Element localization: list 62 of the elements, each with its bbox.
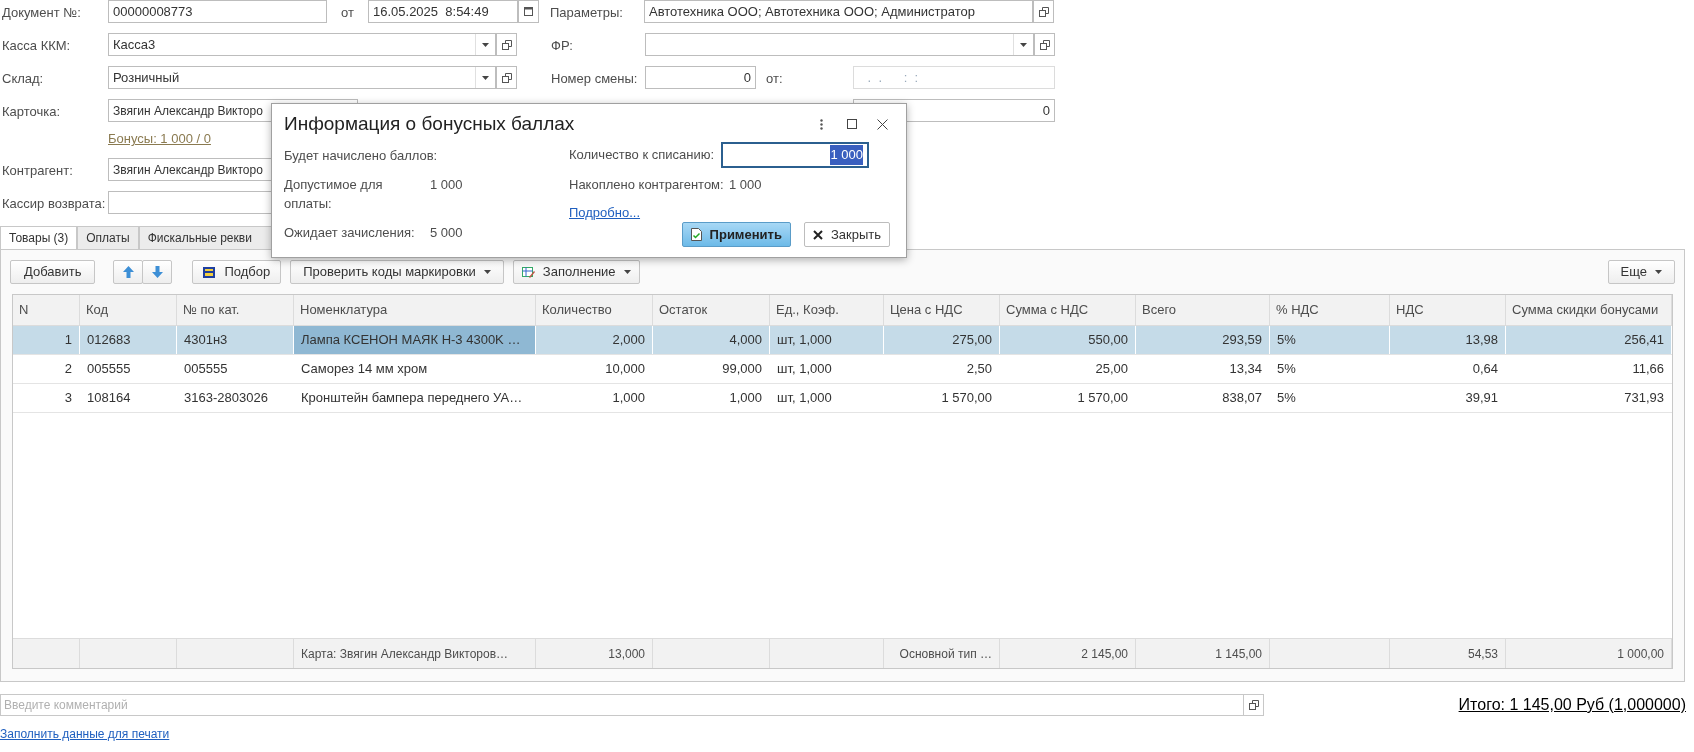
field-label: Контрагент: [2,162,73,178]
table-cell-text: 25,00 [1094,360,1129,379]
footer-cell: 1 000,00 [1506,639,1672,668]
field-label: Карточка: [2,103,61,119]
table-cell-text: 1,000 [611,389,646,408]
table-cell-text: 731,93 [1623,389,1665,408]
table-cell-text: 3 [63,389,73,408]
table-cell: 5% [1270,326,1390,354]
accumulated-label: Накоплено контрагентом: [569,176,725,194]
table-cell-text: 0,64 [1471,360,1499,379]
table-cell-text: 99,000 [721,360,763,379]
table-cell-text: шт, 1,000 [776,389,833,408]
table-cell-text: 13,34 [1228,360,1263,379]
table-cell-text: Кронштейн бампера переднего УА… [300,389,524,408]
field-label: Склад: [2,70,44,86]
table-cell-text: 1 570,00 [940,389,993,408]
footer-cell: 2 145,00 [1000,639,1136,668]
pending-value: 5 000 [430,223,463,242]
footer-cell: Карта: Звягин Александр Викторов… [294,639,536,668]
table-cell: Лампа КСЕНОН МАЯК Н-3 4300K … [294,326,536,354]
table-cell: 2,000 [536,326,653,354]
table-cell-text: Саморез 14 мм хром [300,360,429,379]
writeoff-label: Количество к списанию: [569,146,716,165]
field-label: от: [766,70,783,86]
table-cell-text: 5% [1276,360,1297,379]
table-cell: 4,000 [653,326,770,354]
table-cell: 275,00 [884,326,1000,354]
table-cell-text: 3163-2803026 [183,389,269,408]
field-label: Кассир возврата: [2,195,106,211]
table-cell-text: 005555 [86,360,132,379]
table-cell-text: 2,50 [965,360,993,379]
table-cell: 550,00 [1000,326,1136,354]
table-cell-text: 1,000 [728,389,763,408]
table-cell-text: 005555 [183,360,229,379]
table-cell-text: 10,000 [604,360,646,379]
table-cell: 13,98 [1390,326,1506,354]
table-cell-text: 838,07 [1221,389,1263,408]
table-cell: 1 [13,326,80,354]
accumulated-value: 1 000 [729,176,762,194]
table-cell-text: 11,66 [1631,360,1665,379]
field-label: Документ №: [2,4,81,20]
table-cell-text: 1 570,00 [1076,389,1129,408]
pending-label: Ожидает зачисления: [284,223,416,242]
table-cell-text: 39,91 [1464,389,1499,408]
field-label: от [341,4,354,20]
field-label: ФР: [551,37,573,53]
field-label: Касса ККМ: [2,37,71,53]
footer-cell: Основной тип … [884,639,1000,668]
field-label: Параметры: [550,4,623,20]
table-cell: 293,59 [1136,326,1270,354]
footer-cell: 13,000 [536,639,653,668]
table-cell-text: 5% [1276,389,1297,408]
allowed-value: 1 000 [430,175,463,194]
table-cell-text: 108164 [86,389,132,408]
table-cell: 012683 [80,326,177,354]
table-cell-text: 2 [63,360,73,379]
footer-cell: 54,53 [1390,639,1506,668]
table-cell: шт, 1,000 [770,326,884,354]
footer-cell: 1 145,00 [1136,639,1270,668]
table-cell-text: шт, 1,000 [776,360,833,379]
field-label: Номер смены: [551,70,638,86]
table-cell: 256,41 [1506,326,1672,354]
